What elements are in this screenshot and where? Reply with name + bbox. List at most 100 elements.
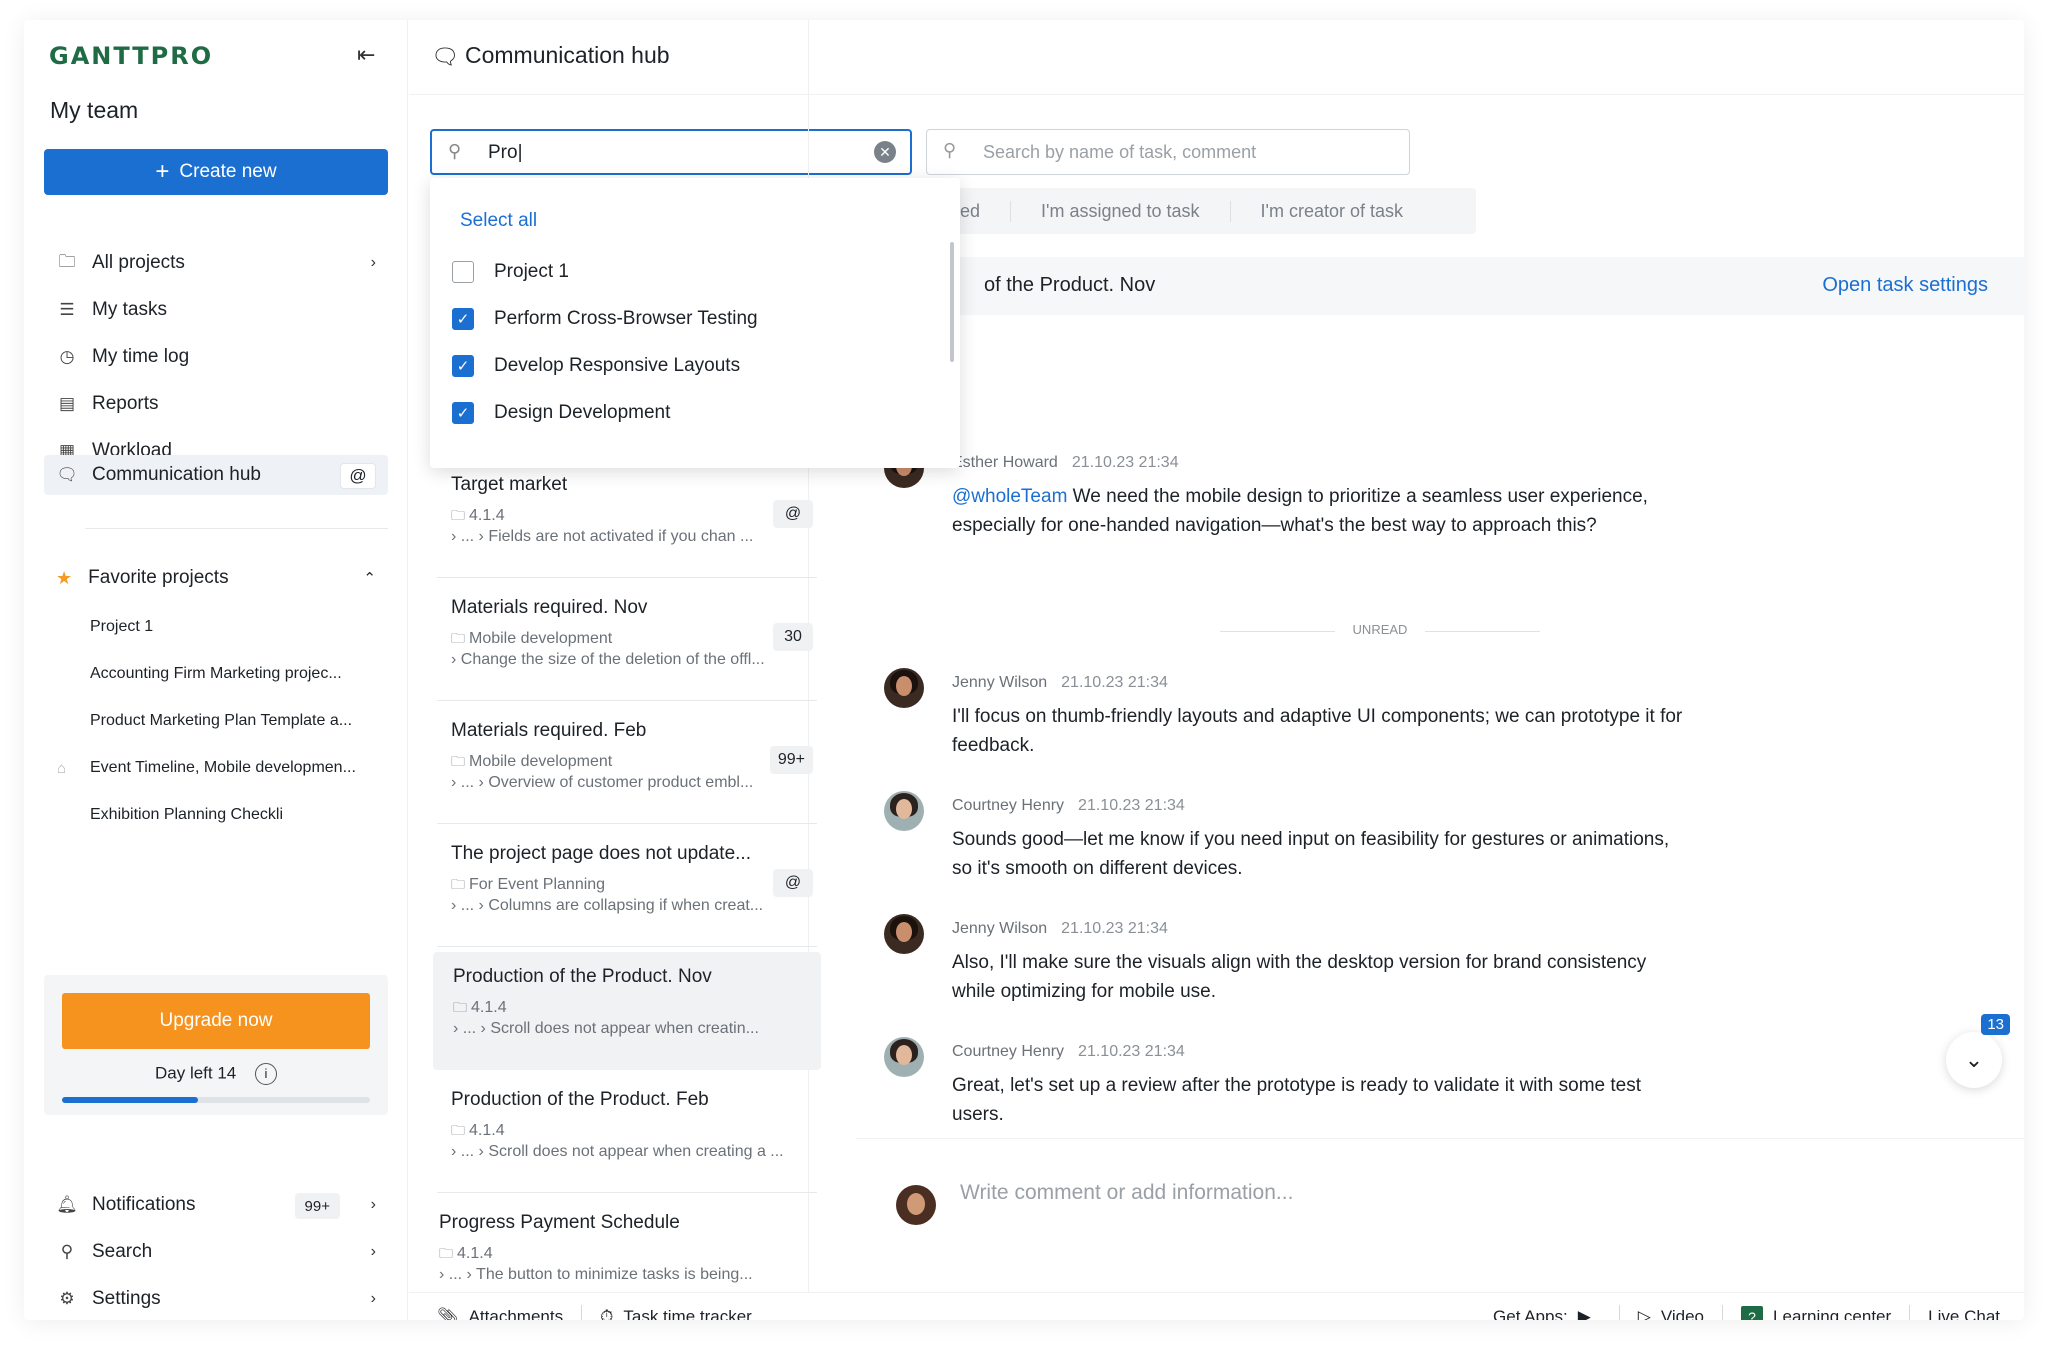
- favorite-projects-toggle[interactable]: ★ Favorite projects ⌃: [44, 560, 388, 596]
- task-project: 🗀 4.1.4: [439, 1243, 493, 1267]
- select-all-link[interactable]: Select all: [460, 210, 537, 232]
- project-option-label: Design Development: [494, 402, 671, 423]
- project-option-label: Perform Cross-Browser Testing: [494, 308, 758, 329]
- mention-link[interactable]: @wholeTeam: [952, 486, 1067, 507]
- task-path: › ... › Overview of customer product emb…: [451, 774, 754, 791]
- checkbox-checked-icon[interactable]: ✓: [452, 402, 474, 424]
- message-body: I'll focus on thumb-friendly layouts and…: [952, 706, 1683, 756]
- task-search-input[interactable]: ⚲ Search by name of task, comment: [926, 129, 1410, 175]
- create-new-label: Create new: [179, 161, 277, 182]
- sidebar-item-settings[interactable]: ⚙ Settings ›: [44, 1279, 388, 1319]
- project-option-label: Project 1: [494, 261, 569, 282]
- learning-center-link[interactable]: ? Learning center: [1723, 1306, 1909, 1320]
- video-link[interactable]: ▷ Video: [1620, 1307, 1722, 1320]
- collapse-sidebar-icon[interactable]: ⇤: [357, 42, 375, 68]
- task-time-tracker-button[interactable]: ⏱︎ Task time tracker: [582, 1307, 770, 1321]
- sidebar-item-my-tasks[interactable]: ☰ My tasks: [44, 290, 388, 330]
- open-task-settings-link[interactable]: Open task settings: [1822, 274, 1988, 297]
- folder-icon: 🗀: [451, 507, 465, 523]
- upgrade-now-button[interactable]: Upgrade now: [62, 993, 370, 1049]
- task-card[interactable]: Materials required. Nov 🗀 Mobile developm…: [437, 583, 817, 701]
- search-icon: ⚲: [60, 1242, 74, 1261]
- folder-icon: 🗀: [453, 999, 467, 1015]
- trial-panel: Upgrade now Day left 14 i: [44, 975, 388, 1115]
- avatar[interactable]: [884, 791, 924, 831]
- author-name: Esther Howard: [952, 454, 1058, 471]
- task-project: 🗀 Mobile development: [451, 628, 612, 652]
- info-icon[interactable]: i: [255, 1063, 277, 1085]
- attachments-button[interactable]: 📎︎ Attachments: [409, 1307, 581, 1321]
- favorite-project-item[interactable]: Exhibition Planning Checkli: [90, 806, 390, 824]
- favorite-project-item[interactable]: Product Marketing Plan Template a...: [90, 712, 390, 730]
- ganttpro-logo[interactable]: GANTTPRO: [49, 42, 213, 70]
- google-play-icon[interactable]: ▶: [1578, 1307, 1591, 1320]
- folder-icon: 🗀: [451, 876, 465, 892]
- mention-badge: @: [773, 500, 813, 528]
- avatar[interactable]: [884, 1037, 924, 1077]
- app-window: GANTTPRO ⇤ My team + Create new 🗀 All pr…: [24, 20, 2024, 1320]
- task-title: Production of the Product. Nov: [453, 966, 712, 987]
- sidebar-item-label: Notifications: [92, 1194, 196, 1215]
- task-project-label: 4.1.4: [457, 1245, 493, 1262]
- chevron-right-icon: ›: [370, 1243, 376, 1260]
- checkbox-checked-icon[interactable]: ✓: [452, 308, 474, 330]
- task-project: 🗀 4.1.4: [451, 505, 505, 529]
- sidebar-item-label: Search: [92, 1241, 153, 1262]
- task-card[interactable]: Materials required. Feb 🗀 Mobile developm…: [437, 706, 817, 824]
- avatar[interactable]: [884, 668, 924, 708]
- author-name: Courtney Henry: [952, 797, 1065, 814]
- favorite-project-item[interactable]: Project 1: [90, 618, 390, 636]
- task-project: 🗀 Mobile development: [451, 751, 612, 775]
- chevron-right-icon: ›: [370, 1196, 376, 1213]
- create-new-button[interactable]: + Create new: [44, 149, 388, 195]
- search-icon: ⚲: [943, 140, 957, 160]
- project-option[interactable]: ✓ Perform Cross-Browser Testing: [452, 301, 758, 337]
- filter-tab-assigned[interactable]: I'm assigned to task: [1010, 200, 1230, 222]
- current-user-avatar: [896, 1185, 936, 1225]
- task-card[interactable]: Progress Payment Schedule 🗀 4.1.4 › ... ›…: [425, 1198, 805, 1292]
- dropdown-scrollbar[interactable]: [950, 242, 954, 362]
- sidebar-item-all-projects[interactable]: 🗀 All projects ›: [44, 243, 388, 283]
- message-author: Courtney Henry 21.10.23 21:34: [952, 797, 1185, 815]
- project-option[interactable]: ✓ Develop Responsive Layouts: [452, 348, 740, 384]
- comment-count-badge: 30: [773, 623, 813, 651]
- sidebar-item-notifications[interactable]: 🔔︎ Notifications 99+ ›: [44, 1185, 388, 1225]
- task-card[interactable]: Production of the Product. Feb 🗀 4.1.4 › …: [437, 1075, 817, 1193]
- checkbox-checked-icon[interactable]: ✓: [452, 355, 474, 377]
- favorite-project-item[interactable]: Accounting Firm Marketing projec...: [90, 665, 390, 683]
- filter-tab-creator[interactable]: I'm creator of task: [1229, 200, 1433, 222]
- project-option[interactable]: ✓ Design Development: [452, 395, 670, 431]
- sidebar-item-reports[interactable]: ▤ Reports: [44, 384, 388, 424]
- message-author: Jenny Wilson 21.10.23 21:34: [952, 920, 1168, 938]
- checkbox-unchecked[interactable]: [452, 261, 474, 283]
- task-path: › ... › The button to minimize tasks is …: [439, 1266, 753, 1283]
- favorite-project-item[interactable]: Event Timeline, Mobile developmen...: [90, 759, 390, 777]
- task-path: › ... › Scroll does not appear when crea…: [451, 1143, 784, 1160]
- task-card-selected[interactable]: Production of the Product. Nov 🗀 4.1.4 › …: [433, 952, 821, 1070]
- avatar[interactable]: [884, 914, 924, 954]
- report-icon: ▤: [58, 394, 76, 413]
- live-chat-link[interactable]: Live Chat: [1910, 1307, 2024, 1320]
- task-project: 🗀 4.1.4: [451, 1120, 505, 1144]
- sidebar-item-label: Reports: [92, 393, 159, 414]
- task-project-label: 4.1.4: [471, 999, 507, 1016]
- comment-composer[interactable]: Write comment or add information...: [856, 1138, 2024, 1288]
- filter-tabs: ed I'm assigned to task I'm creator of t…: [926, 188, 1476, 234]
- clear-search-icon[interactable]: ✕: [874, 141, 896, 163]
- task-card[interactable]: Target market 🗀 4.1.4 › ... › Fields are …: [437, 460, 817, 578]
- folder-icon: 🗀: [451, 630, 465, 646]
- sidebar-item-communication-hub[interactable]: 🗨 Communication hub @: [44, 455, 388, 495]
- message-time: 21.10.23 21:34: [1071, 454, 1179, 471]
- project-option[interactable]: Project 1: [452, 254, 569, 290]
- mention-icon[interactable]: @: [340, 463, 376, 489]
- sidebar-item-label: Communication hub: [92, 464, 261, 485]
- folder-icon: 🗀: [451, 1122, 465, 1138]
- task-card[interactable]: The project page does not update... 🗀 For…: [437, 829, 817, 947]
- folder-icon: 🗀: [451, 753, 465, 769]
- attachments-label: Attachments: [468, 1306, 564, 1321]
- scroll-to-bottom-button[interactable]: ⌄ 13: [1946, 1014, 2010, 1088]
- sidebar-item-my-time-log[interactable]: ◷ My time log: [44, 337, 388, 377]
- sidebar-item-label: My time log: [92, 346, 190, 367]
- sidebar-item-search[interactable]: ⚲ Search ›: [44, 1232, 388, 1272]
- task-project-label: Mobile development: [469, 753, 613, 770]
